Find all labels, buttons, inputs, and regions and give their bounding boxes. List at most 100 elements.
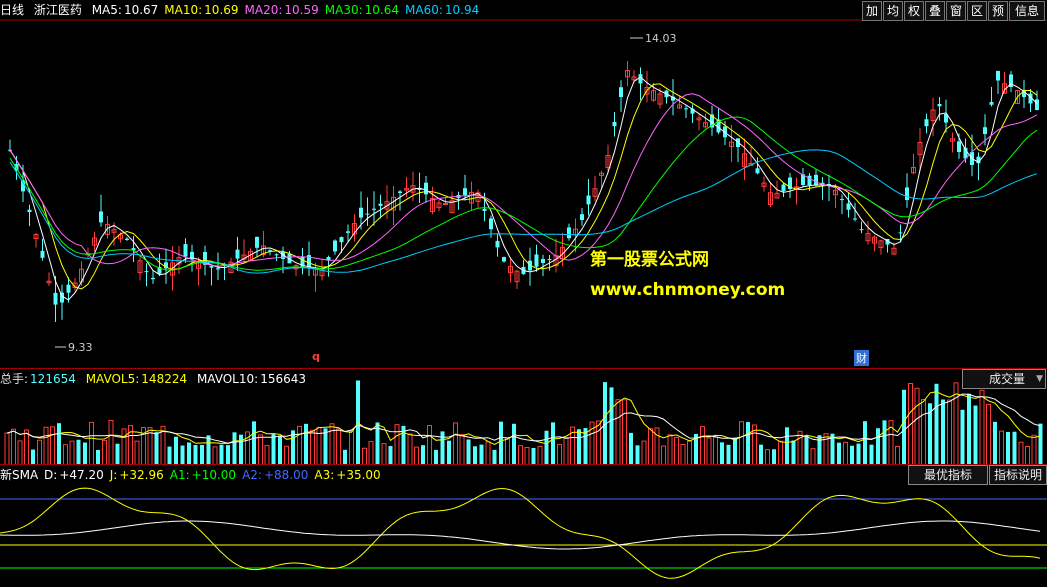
volume-bar-down xyxy=(492,449,497,465)
volume-bar-up xyxy=(297,425,302,465)
candle-down xyxy=(346,231,350,233)
candle-down xyxy=(378,203,383,206)
volume-indicator-dropdown[interactable]: 成交量 ▼ xyxy=(962,369,1046,389)
volume-bar-up xyxy=(134,440,140,465)
toolbar: 加均权叠窗区预信息 xyxy=(861,1,1045,21)
volume-bar-up xyxy=(212,446,218,465)
candle-down xyxy=(125,238,129,240)
volume-bar-up xyxy=(667,434,673,465)
volume-bar-down xyxy=(902,389,906,465)
indicator-panel[interactable]: 新SMA D: +47.20 J: +32.96 A1: +10.00 A2: +88.00 A… xyxy=(0,464,1047,587)
volume-bar-up xyxy=(362,447,367,465)
toolbar-button-1[interactable]: 均 xyxy=(883,1,903,21)
best-indicator-label: 最优指标 xyxy=(923,468,972,482)
candle-down xyxy=(489,218,493,230)
volume-bar-down xyxy=(57,423,61,465)
best-indicator-button[interactable]: 最优指标 xyxy=(908,465,988,485)
event-marker-q[interactable]: q xyxy=(312,350,320,363)
watermark-title: 第一股票公式网 xyxy=(590,250,709,270)
volume-bar-down xyxy=(785,427,789,465)
volume-bar-up xyxy=(947,399,952,465)
volume-bar-down xyxy=(973,405,978,465)
volume-bar-up xyxy=(596,420,601,465)
candle-down xyxy=(144,271,149,273)
candle-down xyxy=(567,227,571,239)
volume-bar-up xyxy=(810,448,816,465)
volume-bar-down xyxy=(434,449,438,465)
volume-bar-down xyxy=(167,446,172,465)
low-price-label: 9.33 xyxy=(68,341,93,354)
ma10-line xyxy=(9,83,1038,290)
volume-panel[interactable]: 总手: 121654 MAVOL5: 148224 MAVOL10: 156643 成… xyxy=(0,368,1047,465)
volume-bar-down xyxy=(726,444,731,465)
volume-bar-down xyxy=(934,383,939,465)
volume-bar-down xyxy=(635,445,640,465)
candle-down xyxy=(983,127,987,134)
mavol10-label: MAVOL10: xyxy=(196,372,259,386)
volume-bar-up xyxy=(797,430,803,465)
candle-down xyxy=(27,209,32,213)
candle-down xyxy=(937,104,942,107)
indicator-name[interactable]: 新SMA xyxy=(0,468,38,482)
ma-value-3: 10.64 xyxy=(364,3,399,17)
mavol5-value: 148224 xyxy=(141,372,188,386)
candle-down xyxy=(463,188,467,196)
volume-bar-down xyxy=(76,439,81,465)
volume-bar-up xyxy=(102,440,107,465)
toolbar-button-5[interactable]: 区 xyxy=(967,1,987,21)
ma-label-1: MA10: xyxy=(164,3,203,17)
event-marker-finance[interactable]: 财 xyxy=(854,350,869,366)
volume-bar-down xyxy=(232,432,237,465)
ma-value-4: 10.94 xyxy=(444,3,480,17)
volume-bar-down xyxy=(421,445,425,465)
volume-bar-down xyxy=(759,444,763,465)
candle-down xyxy=(424,182,428,195)
toolbar-button-6[interactable]: 预 xyxy=(988,1,1008,21)
price-chart xyxy=(0,19,1047,348)
volume-bar-up xyxy=(329,423,335,465)
candle-down xyxy=(216,268,220,270)
candle-down xyxy=(996,70,1000,81)
toolbar-button-0[interactable]: 加 xyxy=(862,1,882,21)
volume-bar-down xyxy=(323,428,328,465)
toolbar-button-4[interactable]: 窗 xyxy=(946,1,966,21)
volume-bar-up xyxy=(524,447,530,465)
volume-bar-up xyxy=(349,430,354,465)
candle-down xyxy=(859,229,864,231)
volume-bar-down xyxy=(720,442,724,465)
volume-bar-up xyxy=(557,443,562,465)
volume-bar-up xyxy=(739,421,744,465)
volume-bar-up xyxy=(674,436,679,465)
volume-bar-up xyxy=(43,426,49,465)
volume-bar-up xyxy=(453,422,458,465)
price-header: 日线 浙江医药 MA5: 10.67 MA10: 10.69 MA20: 10.59 MA3… xyxy=(0,0,485,20)
toolbar-button-3[interactable]: 叠 xyxy=(925,1,945,21)
toolbar-button-7[interactable]: 信息 xyxy=(1009,1,1045,21)
volume-bar-down xyxy=(278,435,282,465)
toolbar-button-2[interactable]: 权 xyxy=(904,1,924,21)
candle-down xyxy=(989,102,994,105)
candle-down xyxy=(333,240,337,252)
ma-label-4: MA60: xyxy=(405,3,443,17)
volume-bar-up xyxy=(1031,434,1037,465)
volume-bar-up xyxy=(17,440,23,465)
ma-label-3: MA30: xyxy=(324,3,363,17)
volume-bar-down xyxy=(544,430,549,465)
volume-bar-up xyxy=(700,426,705,465)
volume-bar-down xyxy=(733,437,737,465)
volume-bar-down xyxy=(154,432,159,465)
indicator-value-0: +47.20 xyxy=(59,468,104,482)
candle-down xyxy=(66,284,71,293)
volume-bar-up xyxy=(69,440,75,465)
volume-bar-up xyxy=(394,424,400,465)
price-panel[interactable]: 日线 浙江医药 MA5: 10.67 MA10: 10.69 MA20: 10.59 MA3… xyxy=(0,0,1047,368)
period-label[interactable]: 日线 xyxy=(0,3,24,17)
volume-bar-up xyxy=(381,443,387,465)
volume-bar-up xyxy=(89,421,94,465)
volume-bar-up xyxy=(986,403,991,465)
indicator-header: 新SMA D: +47.20 J: +32.96 A1: +10.00 A2: +88.00 A… xyxy=(0,465,387,485)
indicator-help-button[interactable]: 指标说明 xyxy=(989,465,1047,485)
stock-name: 浙江医药 xyxy=(33,3,82,17)
caret-down-icon: ▼ xyxy=(1036,374,1043,384)
volume-bar-up xyxy=(765,449,770,465)
